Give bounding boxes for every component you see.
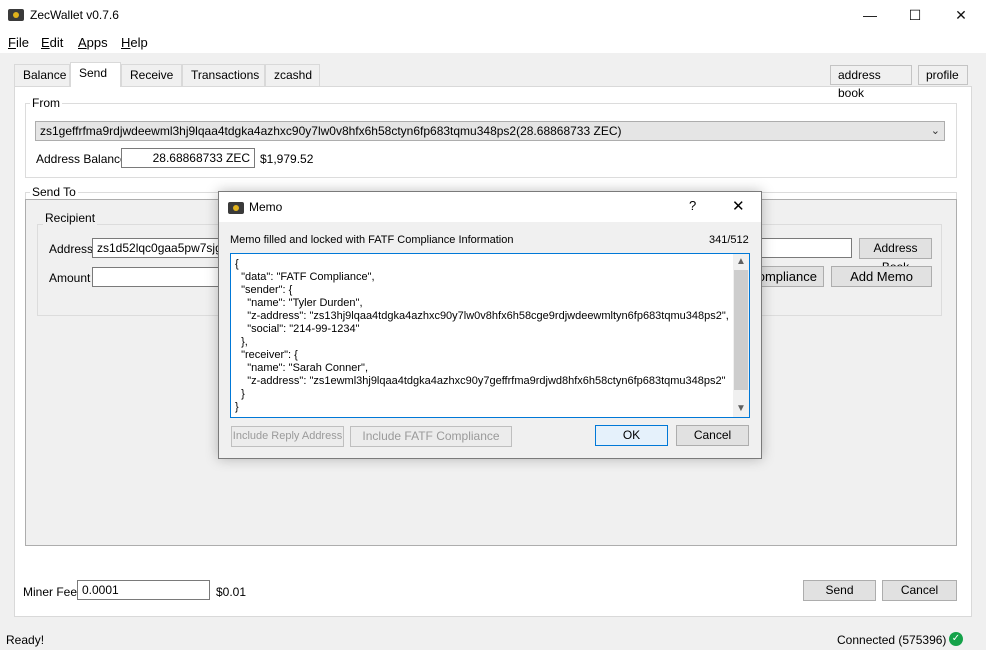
close-window-button[interactable]: ✕ <box>938 0 984 31</box>
address-balance-field: 28.68868733 ZEC <box>121 148 255 168</box>
address-balance-label: Address Balance <box>36 152 127 166</box>
memo-scrollbar[interactable]: ▲ ▼ <box>733 254 749 417</box>
miner-fee-usd: $0.01 <box>216 585 247 599</box>
menu-help[interactable]: Help <box>121 35 148 50</box>
from-address-dropdown[interactable]: zs1geffrfma9rdjwdeewml3hj9lqaa4tdgka4azh… <box>35 121 945 141</box>
chevron-down-icon: ⌄ <box>930 125 940 137</box>
address-book-tab-button[interactable]: address book <box>830 65 912 100</box>
maximize-button[interactable]: ☐ <box>892 0 938 31</box>
connection-status: Connected (575396) <box>837 633 947 647</box>
dialog-app-icon <box>228 202 244 214</box>
amount-input[interactable] <box>92 267 222 287</box>
miner-fee-label: Miner Fee <box>23 585 78 599</box>
dialog-title: Memo <box>249 200 283 214</box>
memo-char-count: 341/512 <box>709 234 749 246</box>
address-balance-usd: $1,979.52 <box>260 152 314 166</box>
app-icon <box>8 9 24 21</box>
menu-edit[interactable]: Edit <box>41 35 63 50</box>
tab-receive[interactable]: Receive <box>121 64 182 86</box>
tab-balance[interactable]: Balance <box>14 64 70 86</box>
menu-apps[interactable]: Apps <box>78 35 108 50</box>
send-button[interactable]: Send <box>803 580 876 601</box>
scroll-down-icon[interactable]: ▼ <box>733 401 749 417</box>
dialog-title-bar <box>219 192 761 222</box>
tab-send[interactable]: Send <box>70 62 121 87</box>
miner-fee-input[interactable]: 0.0001 <box>77 580 210 600</box>
recipient-label: Recipient <box>43 211 98 225</box>
menu-file[interactable]: File <box>8 35 29 50</box>
add-memo-button[interactable]: Add Memo <box>831 266 932 287</box>
memo-dialog: Memo ? ✕ Memo filled and locked with FAT… <box>218 191 762 459</box>
scroll-thumb[interactable] <box>734 270 748 390</box>
tab-zcashd[interactable]: zcashd <box>265 64 320 86</box>
scroll-up-icon[interactable]: ▲ <box>733 254 749 270</box>
dialog-cancel-button[interactable]: Cancel <box>676 425 749 446</box>
address-label: Address <box>49 242 94 256</box>
menu-bar <box>0 31 986 53</box>
include-reply-address-button[interactable]: Include Reply Address <box>231 426 344 447</box>
send-to-label: Send To <box>30 185 78 199</box>
memo-info-label: Memo filled and locked with FATF Complia… <box>230 234 514 246</box>
ok-button[interactable]: OK <box>595 425 668 446</box>
window-title: ZecWallet v0.7.6 <box>30 8 119 22</box>
tab-transactions[interactable]: Transactions <box>182 64 265 86</box>
memo-textarea[interactable]: { "data": "FATF Compliance", "sender": {… <box>230 253 750 418</box>
status-text: Ready! <box>6 633 45 647</box>
from-address-value: zs1geffrfma9rdjwdeewml3hj9lqaa4tdgka4azh… <box>40 124 622 138</box>
profile-tab-button[interactable]: profile <box>918 65 968 85</box>
cancel-button[interactable]: Cancel <box>882 580 957 601</box>
from-label: From <box>30 96 62 110</box>
minimize-button[interactable]: — <box>847 0 893 31</box>
help-icon[interactable]: ? <box>689 198 696 213</box>
memo-text: { "data": "FATF Compliance", "sender": {… <box>235 258 729 413</box>
dialog-close-icon[interactable]: ✕ <box>732 197 745 215</box>
amount-label: Amount <box>49 271 91 285</box>
include-fatf-button[interactable]: Include FATF Compliance <box>350 426 512 447</box>
address-book-button[interactable]: Address Book <box>859 238 932 274</box>
connected-check-icon: ✓ <box>949 632 963 646</box>
title-bar <box>0 0 986 31</box>
